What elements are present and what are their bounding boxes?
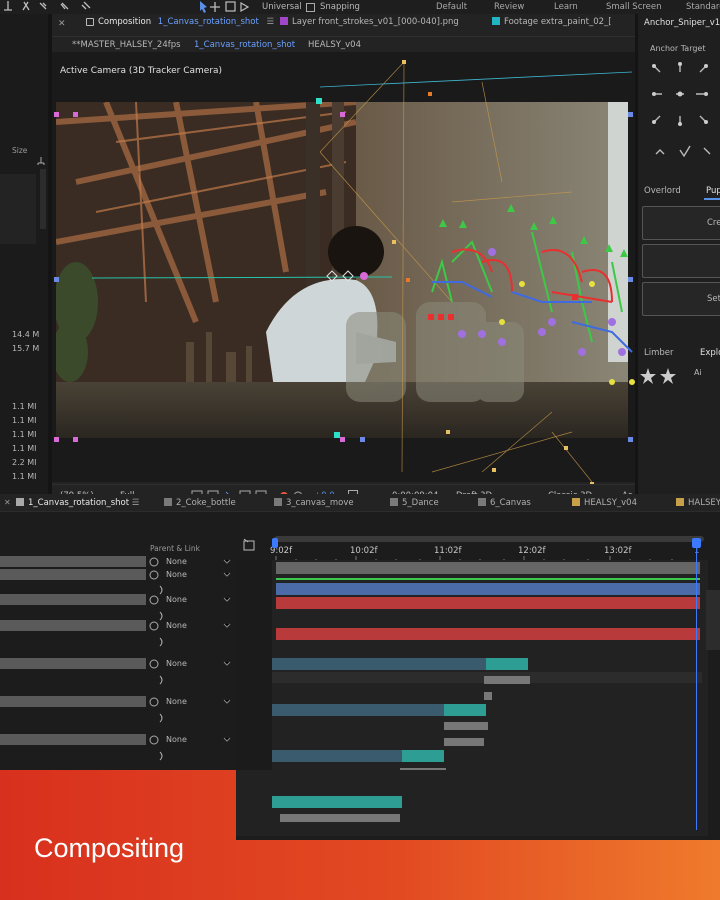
breadcrumb: **MASTER_HALSEY_24fps 1_Canvas_rotation_… (52, 36, 635, 52)
app-toolbar: Universal Snapping Default Review Learn … (0, 0, 720, 14)
universal-label: Universal (262, 2, 302, 12)
tab-footage[interactable]: Footage extra_paint_02_[ (492, 17, 612, 31)
pose-icons[interactable] (640, 364, 720, 384)
settings-button[interactable]: Setti (642, 282, 720, 316)
banner-title: Compositing (34, 833, 185, 863)
layer-bar[interactable] (272, 658, 486, 670)
layer-bar[interactable] (276, 583, 700, 595)
tab-pup[interactable]: Pup (706, 186, 720, 196)
workspace-small-screen[interactable]: Small Screen (606, 2, 662, 12)
timeline-tab[interactable]: 6_Canvas (478, 498, 531, 508)
size-value: 1.1 MI (12, 444, 37, 453)
project-panel: Size 14.4 M 15.7 M 1.1 MI 1.1 MI 1.1 MI … (0, 14, 48, 494)
size-column-header: Size (12, 146, 28, 155)
hierarchy-icon[interactable] (36, 156, 46, 166)
tab-composition[interactable]: Composition 1_Canvas_rotation_shot ☰ (98, 17, 274, 31)
snapping-label: Snapping (320, 2, 360, 12)
tracker-overlay[interactable] (52, 52, 635, 484)
timeline-tabs: ✕ 1_Canvas_rotation_shot ☰ 2_Coke_bottle… (0, 494, 720, 512)
create-button[interactable]: Cre (642, 206, 720, 240)
anchor-target-label: Anchor Target (650, 44, 706, 53)
work-area-bar[interactable] (274, 536, 704, 542)
breadcrumb-item[interactable]: 1_Canvas_rotation_shot (194, 40, 295, 50)
composition-panel: ✕ Composition 1_Canvas_rotation_shot ☰ L… (52, 14, 635, 506)
breadcrumb-item[interactable]: HEALSY_v04 (308, 40, 361, 50)
panel-title: Anchor_Sniper_v1.1 (644, 18, 720, 28)
breadcrumb-item[interactable]: **MASTER_HALSEY_24fps (72, 40, 181, 50)
snapping-checkbox[interactable] (306, 3, 315, 12)
tab-limber[interactable]: Limber (644, 348, 674, 358)
timeline-tab[interactable]: HALSEY (676, 498, 720, 508)
tab-layer[interactable]: Layer front_strokes_v01_[000-040].png (280, 17, 459, 31)
scrollbar[interactable] (40, 169, 46, 229)
keyframe-bar[interactable] (444, 722, 488, 730)
size-value: 1.1 MI (12, 416, 37, 425)
tool-icons[interactable] (0, 0, 200, 14)
tab-explore[interactable]: Explo (700, 348, 720, 358)
layer-bar[interactable] (272, 704, 444, 716)
timeline-scrollbar[interactable] (706, 590, 720, 650)
action-button[interactable] (642, 244, 720, 278)
parent-link-header: Parent & Link (150, 544, 200, 553)
selection-tools-icons[interactable] (196, 0, 260, 14)
workspace-standard[interactable]: Standard (686, 2, 720, 12)
layer-bar[interactable] (276, 628, 700, 640)
size-value: 2.2 MI (12, 458, 37, 467)
workspace-learn[interactable]: Learn (554, 2, 578, 12)
size-value: 15.7 M (12, 344, 40, 353)
anchor-grid[interactable] (646, 58, 720, 170)
layer-bar[interactable] (276, 597, 700, 609)
layer-bar[interactable] (276, 562, 700, 574)
lock-icon[interactable] (86, 18, 94, 26)
timeline-tab[interactable]: 2_Coke_bottle (164, 498, 236, 508)
size-value: 14.4 M (12, 330, 40, 339)
timeline-tab[interactable]: 3_canvas_move (274, 498, 354, 508)
timeline-tab[interactable]: 1_Canvas_rotation_shot ☰ (16, 498, 139, 508)
comp-flowchart-icon[interactable] (242, 538, 256, 552)
workspace-review[interactable]: Review (494, 2, 524, 12)
size-value: 1.1 MI (12, 472, 37, 481)
workspace-default[interactable]: Default (436, 2, 467, 12)
work-area-start[interactable] (272, 538, 278, 548)
timeline-tab[interactable]: 5_Dance (390, 498, 439, 508)
close-icon[interactable]: ✕ (4, 498, 11, 507)
layer-bar[interactable] (444, 704, 486, 716)
anchor-sniper-panel: Anchor_Sniper_v1.1 Anchor Target Overlor… (638, 14, 720, 494)
layer-bar[interactable] (486, 658, 528, 670)
layer-bar[interactable] (272, 750, 402, 762)
ai-label: Ai (694, 368, 702, 377)
timeline-tab[interactable]: HEALSY_v04 (572, 498, 637, 508)
tab-overlord[interactable]: Overlord (644, 186, 681, 196)
size-value: 1.1 MI (12, 402, 37, 411)
size-value: 1.1 MI (12, 430, 37, 439)
close-icon[interactable]: ✕ (58, 19, 66, 29)
keyframe-bar[interactable] (484, 676, 530, 684)
layer-bar[interactable] (402, 750, 444, 762)
playhead-handle[interactable] (692, 538, 701, 548)
